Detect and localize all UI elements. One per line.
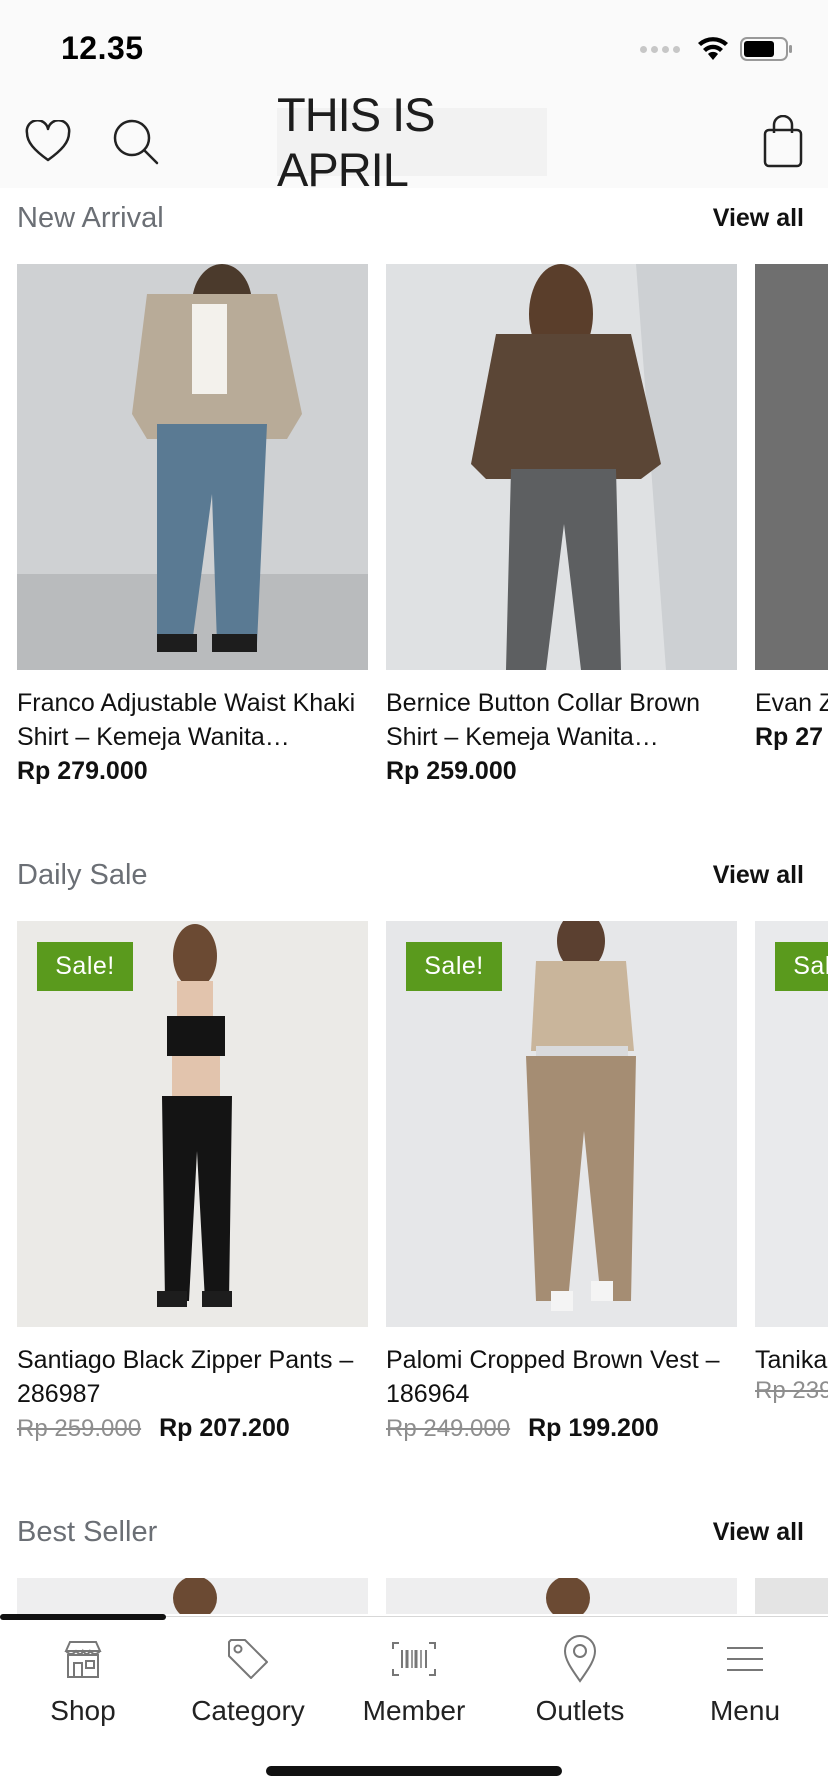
product-image[interactable]: Sale! (386, 921, 737, 1327)
shopping-bag-icon (763, 115, 803, 168)
view-all-link[interactable]: View all (713, 861, 804, 890)
product-price: Rp 279.000 (17, 757, 148, 785)
wishlist-button[interactable] (20, 114, 76, 170)
tab-label: Outlets (535, 1695, 625, 1726)
barcode-icon (392, 1642, 436, 1676)
product-price: Rp 27 (755, 723, 824, 751)
product-carousel[interactable]: Franco Adjustable Waist Khaki Shirt – Ke… (17, 264, 828, 788)
status-icons (640, 36, 794, 62)
product-name: Franco Adjustable Waist Khaki Shirt – Ke… (17, 689, 356, 751)
product-name: Palomi Cropped Brown Vest – 186964 (386, 1346, 720, 1408)
sale-badge: Sale! (775, 942, 828, 991)
sale-price: Rp 207.200 (159, 1414, 290, 1442)
view-all-link[interactable]: View all (713, 204, 804, 233)
search-icon (113, 119, 159, 165)
product-card[interactable] (755, 1578, 828, 1614)
app-header: THIS IS APRIL (0, 88, 828, 196)
product-card[interactable]: Bernice Button Collar Brown Shirt – Keme… (386, 264, 737, 788)
product-image[interactable] (386, 264, 737, 670)
wifi-icon (698, 37, 728, 60)
status-time: 12.35 (61, 30, 144, 66)
product-name: Evan Z Sweat (755, 689, 828, 717)
section-title: Daily Sale (17, 859, 148, 891)
tab-label: Menu (709, 1695, 781, 1726)
price-row: Rp 249.000 Rp 199.200 (386, 1411, 737, 1445)
section-daily-sale: Daily Sale View all Sale! Santiago Black… (0, 845, 828, 1485)
original-price: Rp 249.000 (386, 1415, 511, 1442)
price-row: Rp 259.000 Rp 207.200 (17, 1411, 368, 1445)
tab-label: Member (362, 1695, 466, 1726)
tab-member[interactable]: Member (331, 1631, 497, 1731)
status-bar: 12.35 (0, 0, 828, 96)
sale-badge: Sale! (37, 942, 133, 991)
hamburger-icon (727, 1647, 763, 1671)
product-carousel[interactable]: Sale! Santiago Black Zipper Pants – 2869… (17, 921, 828, 1445)
product-image[interactable]: Sale! (17, 921, 368, 1327)
heart-icon (25, 120, 71, 162)
product-carousel[interactable] (17, 1578, 828, 1614)
original-price: Rp 239 (755, 1377, 828, 1404)
product-card[interactable] (17, 1578, 368, 1614)
product-image[interactable] (755, 1578, 828, 1614)
section-title: Best Seller (17, 1516, 158, 1548)
product-card[interactable]: Sale! Tanika – 1869 Rp 239 (755, 921, 828, 1445)
home-indicator[interactable] (266, 1766, 562, 1776)
product-card[interactable]: Sale! Santiago Black Zipper Pants – 2869… (17, 921, 368, 1445)
shop-icon (64, 1641, 102, 1678)
sale-badge: Sale! (406, 942, 502, 991)
price-row: Rp 239 (755, 1377, 828, 1405)
product-card[interactable]: Franco Adjustable Waist Khaki Shirt – Ke… (17, 264, 368, 788)
map-pin-icon (563, 1635, 597, 1683)
view-all-link[interactable]: View all (713, 1518, 804, 1547)
product-price: Rp 259.000 (386, 757, 517, 785)
original-price: Rp 259.000 (17, 1415, 142, 1442)
product-card[interactable]: Sale! Palomi Cropped Brown Vest – 186964… (386, 921, 737, 1445)
sale-price: Rp 199.200 (528, 1414, 659, 1442)
product-image[interactable]: Sale! (755, 921, 828, 1327)
product-name: Tanika – 1869 (755, 1346, 828, 1374)
screen: 12.35 THIS IS APRIL New Arrival View all… (0, 0, 828, 1792)
cellular-signal-icon (640, 45, 680, 53)
cart-button[interactable] (755, 114, 811, 170)
tab-menu[interactable]: Menu (662, 1631, 828, 1731)
brand-logo[interactable]: THIS IS APRIL (277, 88, 547, 196)
section-title: New Arrival (17, 202, 164, 234)
product-image[interactable] (17, 1578, 368, 1614)
section-new-arrival: New Arrival View all Franco Adjustable W… (0, 188, 828, 828)
product-image[interactable] (386, 1578, 737, 1614)
section-best-seller: Best Seller View all (0, 1502, 828, 1614)
tab-shop[interactable]: Shop (0, 1631, 166, 1731)
tag-icon (228, 1639, 268, 1679)
product-image[interactable] (17, 264, 368, 670)
product-name: Bernice Button Collar Brown Shirt – Keme… (386, 689, 701, 751)
product-card[interactable] (386, 1578, 737, 1614)
tab-outlets[interactable]: Outlets (497, 1631, 663, 1731)
tab-label: Shop (50, 1695, 116, 1726)
search-button[interactable] (108, 114, 164, 170)
product-image[interactable] (755, 264, 828, 670)
tab-category[interactable]: Category (165, 1631, 331, 1731)
battery-icon (740, 37, 792, 61)
scroll-indicator (0, 1614, 166, 1620)
tab-label: Category (191, 1695, 305, 1726)
product-card[interactable]: Evan Z Sweat Rp 27 (755, 264, 828, 788)
product-name: Santiago Black Zipper Pants – 286987 (17, 1346, 354, 1408)
